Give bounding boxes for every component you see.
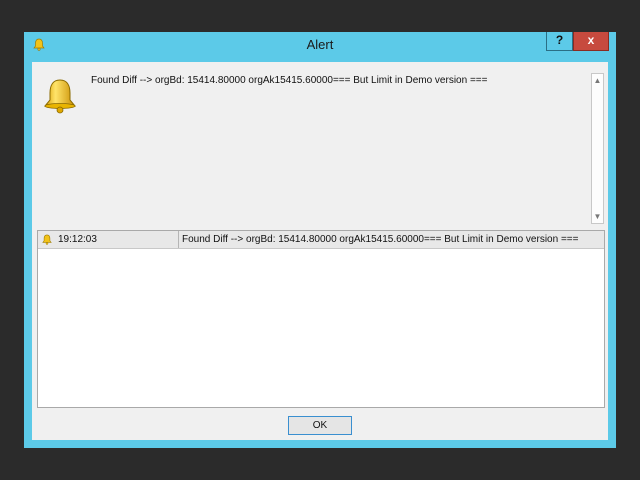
window-title: Alert [306, 37, 334, 52]
alert-message-area: Found Diff --> orgBd: 15414.80000 orgAk1… [32, 72, 591, 224]
alert-window: Alert ? x Found Diff --> orgBd: 15414.80… [24, 32, 616, 448]
chevron-up-icon[interactable]: ▲ [592, 74, 603, 87]
help-button[interactable]: ? [546, 32, 573, 51]
alert-log-list[interactable]: 19:12:03 Found Diff --> orgBd: 15414.800… [37, 230, 605, 408]
ok-button[interactable]: OK [288, 416, 352, 435]
column-divider [178, 231, 179, 248]
chevron-down-icon[interactable]: ▼ [592, 210, 603, 223]
list-item[interactable]: 19:12:03 Found Diff --> orgBd: 15414.800… [38, 231, 604, 249]
title-bar[interactable]: Alert ? x [24, 32, 616, 58]
dialog-body: Found Diff --> orgBd: 15414.80000 orgAk1… [32, 62, 608, 440]
message-scrollbar[interactable]: ▲ ▼ [591, 73, 604, 224]
bell-icon [42, 234, 52, 245]
close-button[interactable]: x [573, 32, 609, 51]
alert-message: Found Diff --> orgBd: 15414.80000 orgAk1… [91, 75, 488, 86]
log-message: Found Diff --> orgBd: 15414.80000 orgAk1… [182, 234, 579, 245]
log-time: 19:12:03 [58, 234, 97, 245]
bell-icon [43, 79, 77, 114]
